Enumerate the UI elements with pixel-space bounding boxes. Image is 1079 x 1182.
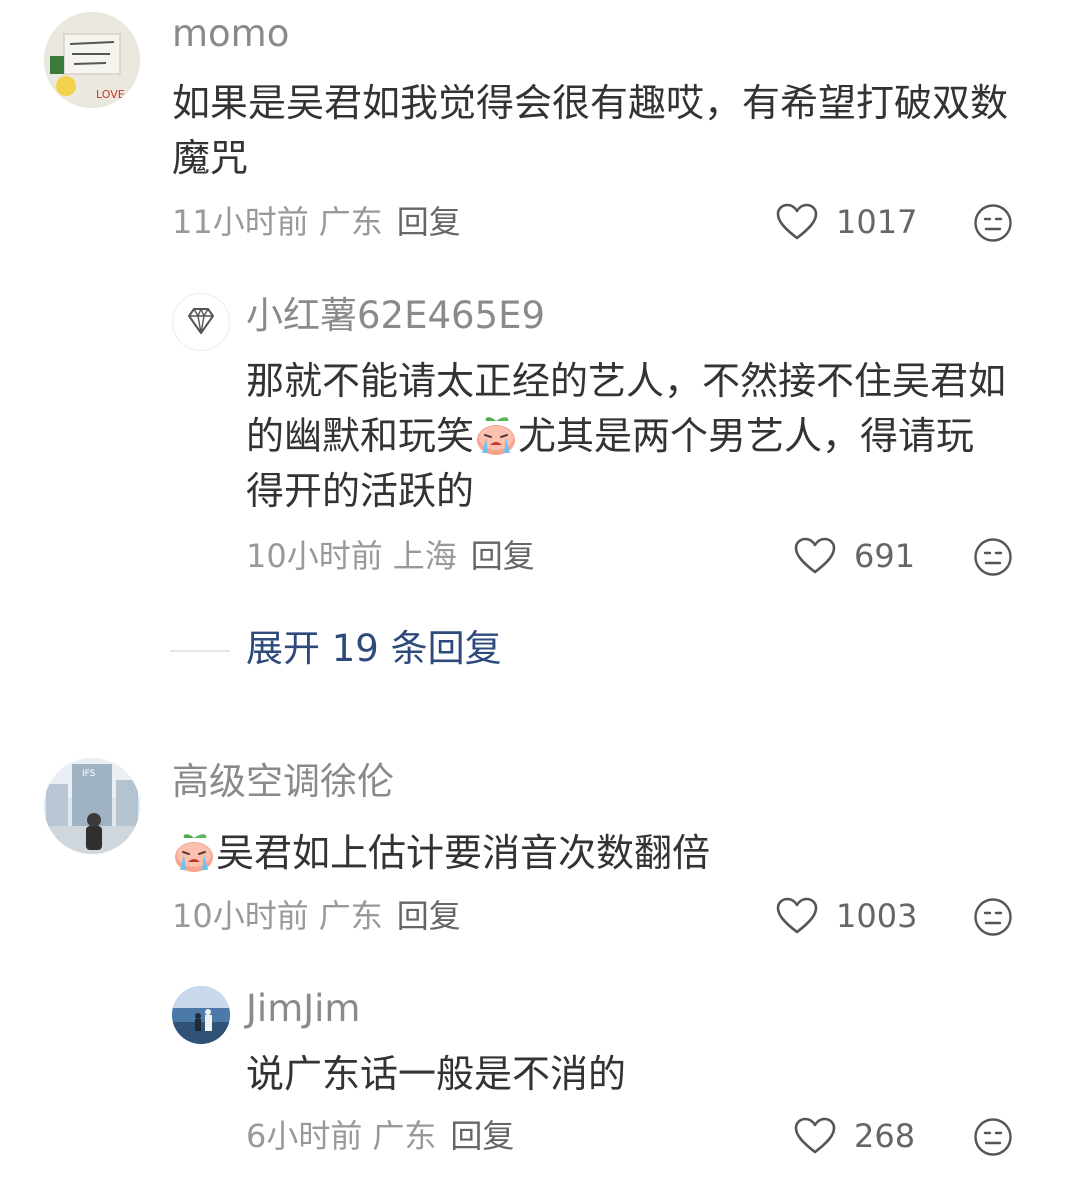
neutral-face-icon[interactable] <box>973 897 1013 937</box>
like-count: 1003 <box>836 897 918 935</box>
like-button[interactable]: 1017 <box>776 202 917 242</box>
heart-outline-icon <box>794 1117 836 1154</box>
neutral-face-icon[interactable] <box>973 537 1013 577</box>
username[interactable]: JimJim <box>246 987 360 1031</box>
like-button[interactable]: 691 <box>794 536 915 576</box>
reply-button[interactable]: 回复 <box>450 1117 514 1155</box>
avatar-image: IFS <box>44 758 140 854</box>
like-button[interactable]: 1003 <box>776 896 917 936</box>
avatar[interactable]: LOVE <box>44 12 140 108</box>
reply-button[interactable]: 回复 <box>397 897 461 935</box>
comment-location: 上海 <box>392 537 457 575</box>
username[interactable]: 高级空调徐伦 <box>172 760 394 804</box>
comment-text: 说广东话一般是不消的 <box>246 1052 627 1096</box>
username[interactable]: 小红薯62E465E9 <box>246 294 545 338</box>
expand-divider <box>170 650 230 652</box>
neutral-face-icon[interactable] <box>973 1117 1013 1157</box>
comment-text-part: 吴君如上估计要消音次数翻倍 <box>216 831 711 875</box>
avatar-image: LOVE <box>44 12 140 108</box>
avatar-text: LOVE <box>96 88 125 101</box>
neutral-face-icon[interactable] <box>973 203 1013 243</box>
comment-text: 那就不能请太正经的艺人，不然接不住吴君如的幽默和玩笑 尤其是两个男艺人，得请玩得… <box>246 354 1006 519</box>
comment-location: 广东 <box>318 203 383 241</box>
avatar[interactable] <box>172 293 230 351</box>
like-button[interactable]: 268 <box>794 1116 915 1156</box>
comment-time: 11小时前 <box>172 203 309 241</box>
comment-text: 如果是吴君如我觉得会很有趣哎，有希望打破双数魔咒 <box>172 81 1009 180</box>
avatar[interactable]: IFS <box>44 758 140 854</box>
heart-outline-icon <box>794 537 836 574</box>
avatar-text: IFS <box>82 769 96 779</box>
expand-replies-link[interactable]: 展开 19 条回复 <box>246 626 502 672</box>
heart-outline-icon <box>776 203 818 240</box>
comment-meta: 6小时前 广东 回复 <box>246 1116 514 1156</box>
heart-outline-icon <box>776 897 818 934</box>
diamond-icon <box>188 308 214 334</box>
crying-peach-emoji <box>175 834 213 872</box>
like-count: 1017 <box>836 203 918 241</box>
comment-location: 广东 <box>318 897 383 935</box>
avatar-image <box>172 986 230 1044</box>
comment-time: 10小时前 <box>172 897 309 935</box>
comment-text: 吴君如上估计要消音次数翻倍 <box>172 826 1027 881</box>
comment-time: 10小时前 <box>246 537 383 575</box>
comment-meta: 10小时前 广东 回复 <box>172 896 461 936</box>
reply-button[interactable]: 回复 <box>471 537 535 575</box>
comment-location: 广东 <box>372 1117 437 1155</box>
reply-button[interactable]: 回复 <box>397 203 461 241</box>
comment-time: 6小时前 <box>246 1117 363 1155</box>
comment-meta: 10小时前 上海 回复 <box>246 536 535 576</box>
crying-peach-emoji <box>477 417 516 455</box>
comment-meta: 11小时前 广东 回复 <box>172 202 461 242</box>
avatar[interactable] <box>172 986 230 1044</box>
username[interactable]: momo <box>172 12 289 56</box>
like-count: 691 <box>854 537 916 575</box>
like-count: 268 <box>854 1117 916 1155</box>
